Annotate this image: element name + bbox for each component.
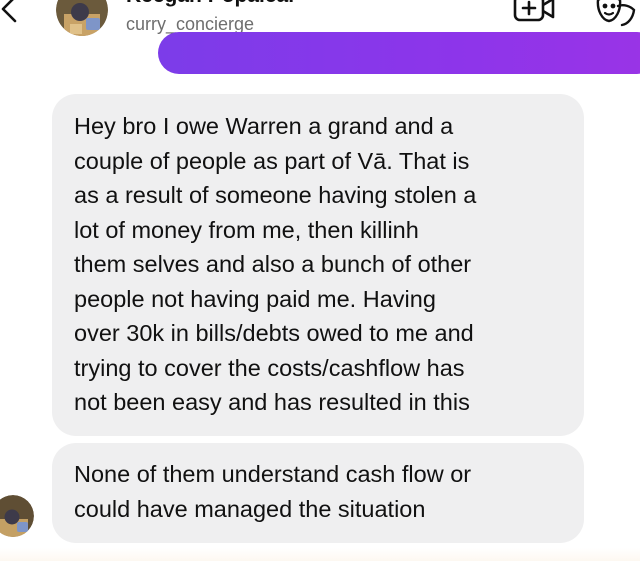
- message-line: them selves and also a bunch of other: [74, 251, 472, 277]
- message-line: as a result of someone having stolen a: [74, 182, 477, 208]
- message-line: over 30k in bills/debts owed to me and: [74, 320, 474, 346]
- sender-avatar[interactable]: [0, 495, 34, 537]
- message-line: trying to cover the costs/cashflow has: [74, 354, 465, 381]
- message-line: could have managed the situation: [74, 495, 426, 522]
- message-line: not been easy and has resulted in this: [74, 389, 470, 415]
- chevron-left-icon[interactable]: [0, 0, 24, 26]
- received-message-bubble[interactable]: None of them understand cash flow or cou…: [52, 443, 584, 543]
- message-line: people not having paid me. Having: [74, 285, 436, 312]
- contact-display-name: Keegan Popalcal: [126, 0, 294, 8]
- avatar[interactable]: [56, 0, 108, 36]
- effects-mask-icon[interactable]: [592, 0, 636, 28]
- composer-edge: [0, 548, 640, 561]
- video-call-icon[interactable]: [512, 0, 556, 24]
- received-message-bubble[interactable]: Hey bro I owe Warren a grand and a coupl…: [52, 94, 584, 436]
- message-line: Hey bro I owe Warren a grand and a: [74, 113, 454, 139]
- message-line: None of them understand cash flow or: [74, 461, 472, 487]
- sent-message-bubble[interactable]: [158, 32, 640, 74]
- message-line: couple of people as part of Vā. That is: [74, 147, 470, 174]
- message-line: lot of money from me, then killinh: [74, 216, 419, 243]
